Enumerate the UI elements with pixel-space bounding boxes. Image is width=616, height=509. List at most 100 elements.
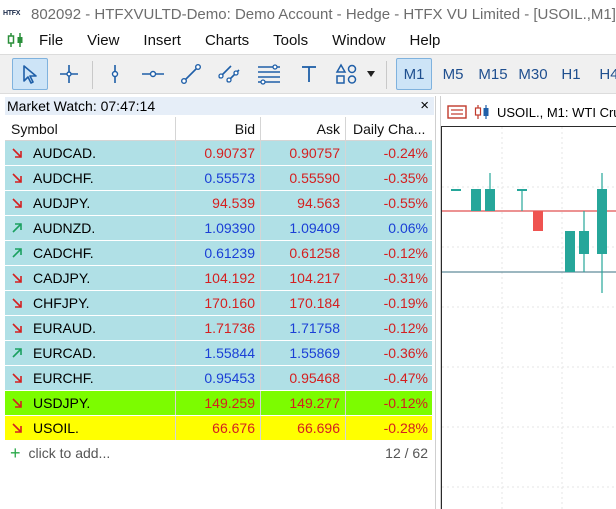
text-tool-button[interactable] (294, 58, 324, 90)
column-header-bid[interactable]: Bid (175, 117, 260, 140)
shapes-tool-button[interactable] (332, 58, 378, 90)
bullish-candle (471, 189, 481, 211)
timeframe-h1[interactable]: H1 (556, 58, 586, 90)
broker-logo: HTFX (3, 10, 21, 17)
ask-cell: 0.61258 (260, 241, 345, 265)
bullish-candle (579, 231, 589, 254)
table-row[interactable]: CADCHF. 0.61239 0.61258 -0.12% (5, 241, 432, 266)
column-header-daily-change[interactable]: Daily Cha... (345, 117, 432, 140)
ask-cell: 1.55869 (260, 341, 345, 365)
timeframe-m1[interactable]: M1 (396, 58, 432, 90)
table-header-row: Symbol Bid Ask Daily Cha... (5, 117, 432, 141)
menu-insert[interactable]: Insert (143, 32, 181, 49)
symbol-name: USOIL. (33, 420, 79, 436)
column-header-ask[interactable]: Ask (260, 117, 345, 140)
symbol-cell: AUDNZD. (5, 216, 175, 240)
crosshair-tool-button[interactable] (54, 58, 84, 90)
bullish-candle (565, 231, 575, 272)
table-row[interactable]: USOIL. 66.676 66.696 -0.28% (5, 416, 432, 441)
title-bar: HTFX 802092 - HTFXVULTD-Demo: Demo Accou… (0, 0, 616, 28)
arrow-down-right-icon (12, 198, 22, 208)
symbol-cell: AUDCHF. (5, 166, 175, 190)
symbol-cell: AUDCAD. (5, 141, 175, 165)
timeframe-m15[interactable]: M15 (474, 58, 512, 90)
table-row[interactable]: AUDCHF. 0.55573 0.55590 -0.35% (5, 166, 432, 191)
arrow-down-right-icon (12, 323, 22, 333)
timeframe-m5[interactable]: M5 (438, 58, 468, 90)
chart-title: USOIL., M1: WTI Cru (497, 104, 616, 120)
menu-file[interactable]: File (39, 32, 63, 49)
symbol-cell: CADJPY. (5, 266, 175, 290)
fibonacci-icon (258, 64, 280, 85)
symbol-cell: CADCHF. (5, 241, 175, 265)
ask-cell: 0.90757 (260, 141, 345, 165)
channel-icon (218, 65, 240, 83)
bid-cell: 0.61239 (175, 241, 260, 265)
table-row[interactable]: EURCHF. 0.95453 0.95468 -0.47% (5, 366, 432, 391)
symbol-name: EURCHF. (33, 370, 94, 386)
menu-help[interactable]: Help (410, 32, 441, 49)
daily-change-cell: -0.35% (345, 166, 432, 190)
arrow-up-right-icon (12, 248, 22, 258)
daily-change-cell: 0.06% (345, 216, 432, 240)
table-row[interactable]: CADJPY. 104.192 104.217 -0.31% (5, 266, 432, 291)
daily-change-cell: -0.12% (345, 316, 432, 340)
timeframe-m30[interactable]: M30 (514, 58, 552, 90)
table-row[interactable]: AUDCAD. 0.90737 0.90757 -0.24% (5, 141, 432, 166)
menu-view[interactable]: View (87, 32, 119, 49)
bid-cell: 1.71736 (175, 316, 260, 340)
table-row[interactable]: CHFJPY. 170.160 170.184 -0.19% (5, 291, 432, 316)
vertical-line-tool-button[interactable] (100, 58, 130, 90)
arrow-down-right-icon (12, 423, 22, 433)
arrow-down-right-icon (12, 373, 22, 383)
menu-tools[interactable]: Tools (273, 32, 308, 49)
bearish-candle (533, 211, 543, 231)
arrow-up-right-icon (12, 348, 22, 358)
arrow-down-right-icon (12, 273, 22, 283)
daily-change-cell: -0.31% (345, 266, 432, 290)
symbol-count: 12 / 62 (385, 444, 428, 461)
equidistant-channel-tool-button[interactable] (214, 58, 244, 90)
column-header-symbol[interactable]: Symbol (5, 117, 175, 140)
menu-charts[interactable]: Charts (205, 32, 249, 49)
menu-window[interactable]: Window (332, 32, 385, 49)
crosshair-icon (60, 65, 78, 83)
add-symbol-row[interactable]: + click to add... 12 / 62 (5, 441, 432, 465)
symbol-cell: CHFJPY. (5, 291, 175, 315)
symbol-name: AUDCHF. (33, 170, 94, 186)
arrow-down-right-icon (12, 398, 22, 408)
market-watch-rows: AUDCAD. 0.90737 0.90757 -0.24% AUDCHF. 0.5557… (5, 141, 432, 441)
table-row[interactable]: AUDNZD. 1.09390 1.09409 0.06% (5, 216, 432, 241)
symbol-name: EURCAD. (33, 345, 97, 361)
close-panel-button[interactable]: × (420, 97, 429, 115)
timeframe-h4[interactable]: H4 (594, 58, 616, 90)
trend-line-tool-button[interactable] (176, 58, 206, 90)
ask-cell: 0.55590 (260, 166, 345, 190)
daily-change-cell: -0.47% (345, 366, 432, 390)
plus-icon: + (10, 442, 21, 463)
chart-app-icon[interactable] (7, 32, 25, 48)
table-row[interactable]: EURCAD. 1.55844 1.55869 -0.36% (5, 341, 432, 366)
bid-cell: 66.676 (175, 416, 260, 440)
add-symbol-text[interactable]: click to add... (29, 445, 111, 461)
symbol-cell: EURAUD. (5, 316, 175, 340)
bullish-candle (517, 189, 527, 191)
window-title: 802092 - HTFXVULTD-Demo: Demo Account - … (31, 5, 616, 23)
bid-cell: 104.192 (175, 266, 260, 290)
table-row[interactable]: EURAUD. 1.71736 1.71758 -0.12% (5, 316, 432, 341)
daily-change-cell: -0.55% (345, 191, 432, 215)
price-chart[interactable] (441, 126, 616, 509)
cursor-tool-button[interactable] (12, 58, 48, 90)
ask-cell: 1.71758 (260, 316, 345, 340)
horizontal-line-tool-button[interactable] (138, 58, 168, 90)
table-row[interactable]: USDJPY. 149.259 149.277 -0.12% (5, 391, 432, 416)
daily-change-cell: -0.24% (345, 141, 432, 165)
trend-line-icon (181, 64, 202, 85)
table-row[interactable]: AUDJPY. 94.539 94.563 -0.55% (5, 191, 432, 216)
arrow-down-right-icon (12, 173, 22, 183)
symbol-name: AUDCAD. (33, 145, 97, 161)
symbol-name: CADJPY. (33, 270, 91, 286)
bid-cell: 0.90737 (175, 141, 260, 165)
fibonacci-tool-button[interactable] (254, 58, 284, 90)
drawing-toolbar: M1 M5 M15 M30 H1 H4 (0, 54, 616, 94)
